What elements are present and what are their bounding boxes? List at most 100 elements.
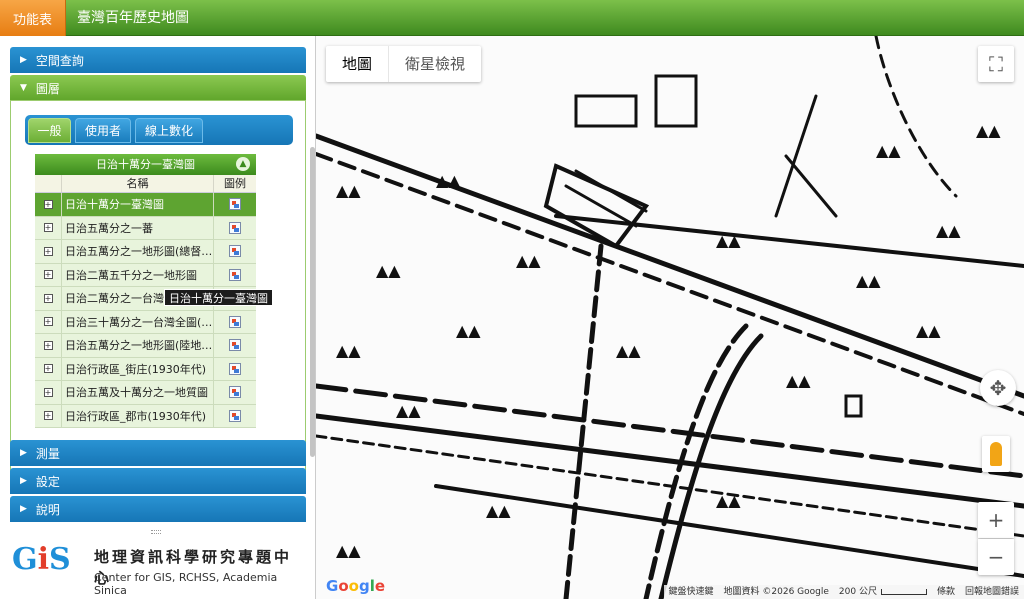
layer-row[interactable]: + 日治五萬分之一地形圖(陸地… [35, 334, 256, 358]
expand-column-header [35, 175, 62, 192]
legend-column-header: 圖例 [224, 177, 246, 190]
historical-map-tiles: ▲▲ ▲▲ ▲▲ ▲▲ ▲▲ ▲▲ ▲▲ ▲▲ ▲▲ ▲▲ ▲▲ ▲▲ ▲▲ ▲▲ ▲▲ ▲▲ ▲▲ ▲… [316, 36, 1024, 599]
svg-text:▲▲: ▲▲ [786, 371, 811, 390]
expand-icon[interactable]: + [35, 310, 62, 333]
map-type-roadmap-button[interactable]: 地圖 [326, 46, 388, 82]
legend-icon[interactable] [229, 339, 241, 352]
svg-text:▲▲: ▲▲ [856, 271, 881, 290]
svg-text:▲▲: ▲▲ [716, 231, 741, 250]
expand-icon[interactable]: + [35, 240, 62, 263]
svg-text:▲▲: ▲▲ [376, 261, 401, 280]
svg-text:▲▲: ▲▲ [396, 401, 421, 420]
section-settings[interactable]: ▶ 設定 [10, 468, 306, 494]
resize-grip-icon[interactable] [151, 530, 161, 534]
svg-text:▲▲: ▲▲ [876, 141, 901, 160]
expand-icon[interactable]: + [35, 263, 62, 286]
section-layers[interactable]: ▼ 圖層 [10, 75, 306, 101]
section-label: 說明 [35, 502, 60, 517]
name-column-header: 名稱 [62, 175, 214, 192]
layer-tabs: 一般 使用者 線上數化 [25, 115, 293, 145]
expand-icon[interactable]: + [35, 216, 62, 239]
tab-online-digitize[interactable]: 線上數化 [135, 118, 203, 143]
gis-center-logo: GiS 地理資訊科學研究專題中心 Center for GIS, RCHSS, … [8, 536, 308, 597]
scale-bar [880, 588, 927, 595]
legend-icon[interactable] [229, 386, 241, 399]
legend-icon[interactable] [229, 198, 241, 211]
layer-tooltip: 日治十萬分一臺灣圖 [164, 289, 273, 306]
layer-row[interactable]: + 日治行政區_街庄(1930年代) [35, 357, 256, 381]
gis-logo-mark: GiS [12, 542, 71, 577]
layer-name: 日治二萬五千分之一地形圖 [62, 263, 214, 286]
pan-icon[interactable]: ✥ [980, 370, 1016, 406]
expand-icon[interactable]: + [35, 334, 62, 357]
map-type-satellite-button[interactable]: 衛星檢視 [388, 46, 481, 82]
map-type-control: 地圖 衛星檢視 [326, 46, 482, 82]
expand-icon[interactable]: + [35, 404, 62, 427]
scale-label: 200 公尺 [838, 587, 877, 597]
logo-name-en: Center for GIS, RCHSS, Academia Sinica [94, 571, 278, 597]
layer-name: 日治五萬及十萬分之一地質圖 [62, 381, 214, 404]
expand-icon[interactable]: + [35, 193, 62, 216]
google-logo: Google [326, 577, 386, 595]
expand-icon[interactable]: + [35, 381, 62, 404]
layer-name: 日治行政區_郡市(1930年代) [62, 404, 214, 427]
layer-panel: 一般 使用者 線上數化 日治十萬分一臺灣圖 ▲ 名稱 圖例 + 日治十萬分一臺灣… [10, 100, 315, 476]
layer-table-header: 名稱 圖例 [35, 175, 256, 193]
legend-icon[interactable] [229, 362, 241, 375]
collapse-icon[interactable]: ▲ [236, 157, 250, 171]
caret-right-icon: ▶ [20, 55, 27, 65]
layer-row[interactable]: + 日治十萬分一臺灣圖 [35, 193, 256, 217]
legend-icon[interactable] [229, 268, 241, 281]
section-spatial-query[interactable]: ▶ 空間查詢 [10, 47, 306, 73]
layer-name: 日治五萬分之一地形圖(總督… [62, 240, 214, 263]
map-data-attribution: 地圖資料 ©2026 Google [718, 585, 834, 599]
menu-button[interactable]: 功能表 [0, 0, 66, 36]
svg-text:▲▲: ▲▲ [486, 501, 511, 520]
svg-text:▲▲: ▲▲ [336, 541, 361, 560]
caret-right-icon: ▶ [20, 504, 27, 514]
layer-row[interactable]: + 日治三十萬分之一台灣全圖(… [35, 310, 256, 334]
layer-name: 日治行政區_街庄(1930年代) [62, 357, 214, 380]
layer-row[interactable]: + 日治五萬及十萬分之一地質圖 [35, 381, 256, 405]
pegman-icon[interactable] [982, 436, 1010, 472]
sidebar-scrollbar[interactable] [310, 147, 315, 457]
section-label: 圖層 [35, 81, 60, 96]
layer-name: 日治五萬分之一地形圖(陸地… [62, 334, 214, 357]
layer-row[interactable]: + 日治五萬分之一蕃 [35, 216, 256, 240]
svg-text:▲▲: ▲▲ [916, 321, 941, 340]
section-measure[interactable]: ▶ 測量 [10, 440, 306, 466]
fullscreen-icon[interactable]: ⛶ [978, 46, 1014, 82]
layer-row[interactable]: + 日治行政區_郡市(1930年代) [35, 404, 256, 428]
legend-icon[interactable] [229, 409, 241, 422]
section-help[interactable]: ▶ 說明 [10, 496, 306, 522]
section-label: 空間查詢 [35, 53, 84, 68]
zoom-in-button[interactable]: + [978, 502, 1014, 538]
layer-name: 日治十萬分一臺灣圖 [62, 193, 214, 216]
expand-icon[interactable]: + [35, 357, 62, 380]
caret-right-icon: ▶ [20, 448, 27, 458]
legend-icon[interactable] [229, 245, 241, 258]
caret-down-icon: ▼ [20, 83, 27, 93]
top-bar: 功能表 臺灣百年歷史地圖 [0, 0, 1024, 36]
caret-right-icon: ▶ [20, 476, 27, 486]
app-title: 臺灣百年歷史地圖 [77, 10, 189, 26]
tab-general[interactable]: 一般 [28, 118, 71, 143]
expand-icon[interactable]: + [35, 287, 62, 310]
layer-table-title: 日治十萬分一臺灣圖 ▲ [35, 154, 256, 175]
legend-icon[interactable] [229, 315, 241, 328]
layer-row[interactable]: + 日治五萬分之一地形圖(總督… [35, 240, 256, 264]
svg-text:▲▲: ▲▲ [336, 341, 361, 360]
zoom-out-button[interactable]: − [978, 539, 1014, 575]
legend-icon[interactable] [229, 221, 241, 234]
svg-text:▲▲: ▲▲ [436, 171, 461, 190]
layer-table-title-text: 日治十萬分一臺灣圖 [96, 158, 195, 171]
report-error-link[interactable]: 回報地圖錯誤 [959, 585, 1024, 599]
layer-row[interactable]: + 日治二萬五千分之一地形圖 [35, 263, 256, 287]
terms-link[interactable]: 條款 [931, 585, 960, 599]
tab-user[interactable]: 使用者 [75, 118, 131, 143]
map-canvas[interactable]: ▲▲ ▲▲ ▲▲ ▲▲ ▲▲ ▲▲ ▲▲ ▲▲ ▲▲ ▲▲ ▲▲ ▲▲ ▲▲ ▲▲ ▲▲ ▲▲ ▲▲ ▲… [316, 36, 1024, 599]
layer-name: 日治五萬分之一蕃 [62, 216, 214, 239]
scale-control[interactable]: 200 公尺 [833, 585, 932, 599]
layer-name: 日治三十萬分之一台灣全圖(… [62, 310, 214, 333]
keyboard-shortcuts-link[interactable]: 鍵盤快速鍵 [663, 585, 719, 599]
